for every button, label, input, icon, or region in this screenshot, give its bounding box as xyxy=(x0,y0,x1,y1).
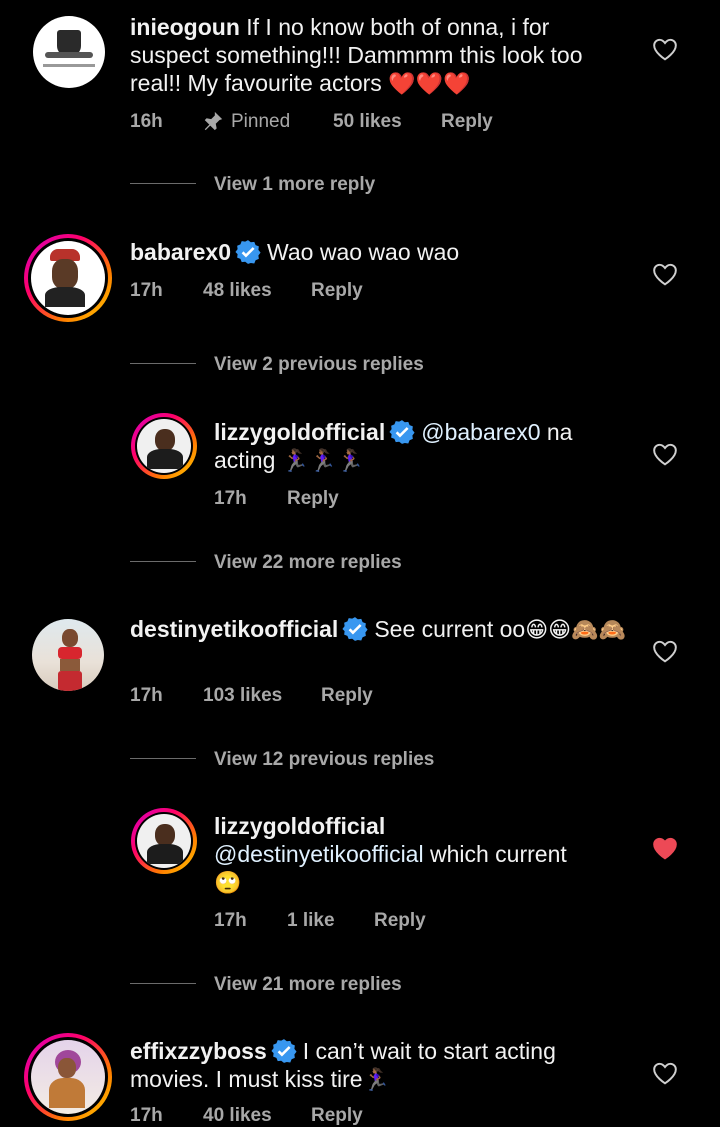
verified-badge-icon xyxy=(342,616,368,642)
divider xyxy=(130,183,196,184)
divider xyxy=(130,983,196,984)
likes-count[interactable]: 1 like xyxy=(287,910,335,932)
verified-badge-icon xyxy=(235,239,261,265)
comment-text: which current xyxy=(423,841,567,867)
timestamp: 17h xyxy=(130,280,163,301)
reply-button[interactable]: Reply xyxy=(441,111,493,133)
avatar[interactable] xyxy=(33,16,105,88)
comment-body: inieogoun If I no know both of onna, i f… xyxy=(130,13,630,97)
timestamp: 16h xyxy=(130,111,163,132)
emoji: 😁😁🙈🙈 xyxy=(525,617,626,642)
heart-icon[interactable] xyxy=(652,1061,678,1085)
comment-body: effixzzyboss I can’t wait to start acting… xyxy=(130,1037,630,1093)
heart-icon[interactable] xyxy=(652,639,678,663)
emoji: ❤️❤️❤️ xyxy=(388,71,471,96)
divider xyxy=(130,363,196,364)
heart-icon[interactable] xyxy=(652,442,678,466)
mention-link[interactable]: @destinyetikoofficial xyxy=(214,841,424,867)
avatar[interactable] xyxy=(131,808,197,874)
comment-body: babarex0 Wao wao wao wao xyxy=(130,238,630,266)
likes-count[interactable]: 50 likes xyxy=(333,111,402,133)
verified-badge-icon xyxy=(271,1038,297,1064)
reply-button[interactable]: Reply xyxy=(311,1105,363,1127)
view-previous-replies[interactable]: View 12 previous replies xyxy=(214,749,434,771)
likes-count[interactable]: 40 likes xyxy=(203,1105,272,1127)
heart-icon-liked[interactable] xyxy=(652,836,678,860)
heart-icon[interactable] xyxy=(652,37,678,61)
avatar[interactable] xyxy=(131,413,197,479)
comment-body: destinyetikoofficial See current oo😁😁🙈🙈 xyxy=(130,615,630,643)
reply-button[interactable]: Reply xyxy=(311,280,363,302)
emoji: 🏃🏾‍♀️ xyxy=(362,1067,391,1092)
username[interactable]: lizzygoldofficial xyxy=(214,813,385,839)
comment-body: lizzygoldofficial @babarex0 na acting 🏃🏾‍… xyxy=(214,418,614,474)
likes-count[interactable]: 48 likes xyxy=(203,280,272,302)
view-previous-replies[interactable]: View 2 previous replies xyxy=(214,354,424,376)
view-more-replies[interactable]: View 21 more replies xyxy=(214,974,402,996)
comment-text: See current oo xyxy=(374,616,526,642)
timestamp: 17h xyxy=(130,685,163,706)
timestamp: 17h xyxy=(214,910,247,931)
comment-text: Wao wao wao wao xyxy=(267,239,460,265)
likes-count[interactable]: 103 likes xyxy=(203,685,282,707)
timestamp: 17h xyxy=(130,1105,163,1126)
view-more-replies[interactable]: View 22 more replies xyxy=(214,552,402,574)
avatar[interactable] xyxy=(24,1033,112,1121)
heart-icon[interactable] xyxy=(652,262,678,286)
username[interactable]: destinyetikoofficial xyxy=(130,616,338,642)
username[interactable]: inieogoun xyxy=(130,14,240,40)
timestamp: 17h xyxy=(214,488,247,509)
reply-button[interactable]: Reply xyxy=(374,910,426,932)
divider xyxy=(130,561,196,562)
username[interactable]: lizzygoldofficial xyxy=(214,419,385,445)
reply-button[interactable]: Reply xyxy=(287,488,339,510)
reply-button[interactable]: Reply xyxy=(321,685,373,707)
pinned-label: Pinned xyxy=(231,111,291,132)
pin-icon xyxy=(202,110,224,138)
divider xyxy=(130,758,196,759)
emoji: 🏃🏾‍♀️🏃🏾‍♀️🏃🏾‍♀️ xyxy=(281,448,364,473)
comment-body: lizzygoldofficial @destinyetikoofficial … xyxy=(214,812,614,896)
avatar[interactable] xyxy=(24,234,112,322)
verified-badge-icon xyxy=(389,419,415,445)
avatar[interactable] xyxy=(32,619,104,691)
username[interactable]: babarex0 xyxy=(130,239,231,265)
username[interactable]: effixzzyboss xyxy=(130,1038,267,1064)
emoji: 🙄 xyxy=(214,870,242,895)
view-more-replies[interactable]: View 1 more reply xyxy=(214,174,375,196)
mention-link[interactable]: @babarex0 xyxy=(421,419,540,445)
